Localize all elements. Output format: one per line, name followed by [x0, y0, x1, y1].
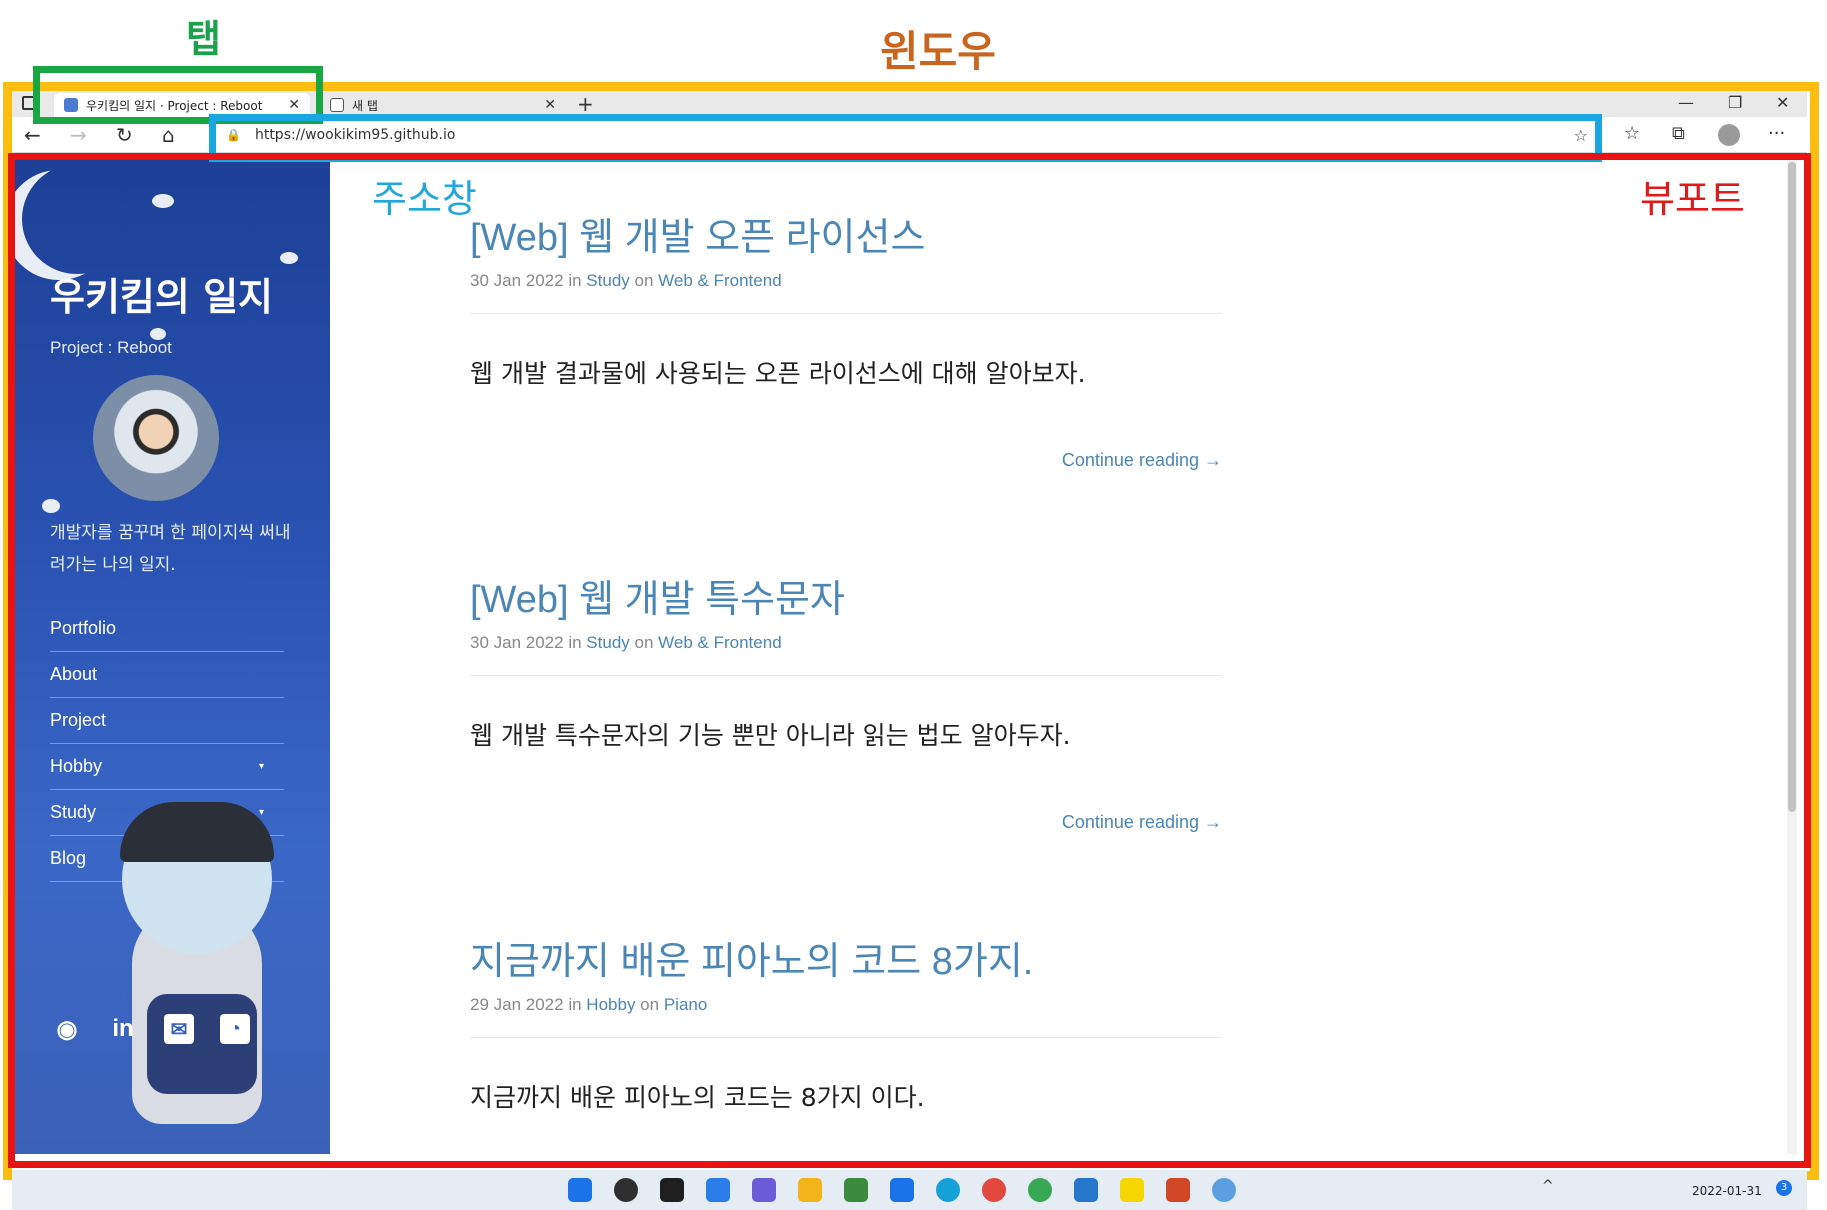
widgets-icon[interactable] [706, 1178, 730, 1202]
windows-taskbar: ^ 2022-01-31 3 [12, 1170, 1807, 1210]
viewport-annotation-frame [8, 153, 1811, 1168]
search-icon[interactable] [614, 1178, 638, 1202]
start-menu-icon[interactable] [568, 1178, 592, 1202]
window-annotation-label: 윈도우 [880, 27, 996, 76]
task-view-icon[interactable] [660, 1178, 684, 1202]
notification-badge[interactable]: 3 [1776, 1180, 1792, 1196]
file-explorer-icon[interactable] [798, 1178, 822, 1202]
viewport-annotation-label: 뷰포트 [1640, 177, 1745, 221]
app-icon[interactable] [1212, 1178, 1236, 1202]
chrome-browser-icon[interactable] [982, 1178, 1006, 1202]
mail-icon[interactable] [890, 1178, 914, 1202]
taskbar-clock[interactable]: 2022-01-31 [1692, 1184, 1762, 1198]
powerpoint-icon[interactable] [1166, 1178, 1190, 1202]
vscode-icon[interactable] [1074, 1178, 1098, 1202]
address-bar-annotation-label: 주소창 [372, 177, 477, 221]
chat-icon[interactable] [752, 1178, 776, 1202]
screenshot-stage: 윈도우 탭 우키킴의 일지 · Project : Reboot ✕ 새 탭 ✕… [0, 0, 1827, 1210]
tray-overflow-icon[interactable]: ^ [1542, 1178, 1554, 1194]
tab-annotation-label: 탭 [186, 17, 221, 61]
edge-browser-icon[interactable] [936, 1178, 960, 1202]
app-icon[interactable] [1028, 1178, 1052, 1202]
kakaotalk-icon[interactable] [1120, 1178, 1144, 1202]
store-icon[interactable] [844, 1178, 868, 1202]
